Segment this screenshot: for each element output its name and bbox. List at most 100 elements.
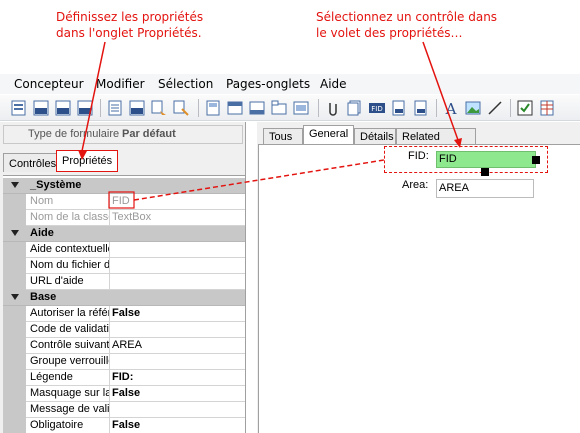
flag-icon[interactable] [390, 99, 408, 117]
divider [109, 322, 110, 338]
property-row-message[interactable]: Message de vali [3, 402, 245, 418]
property-name: URL d'aide [30, 275, 84, 287]
property-grid: _Système Nom FID Nom de la classe TextBo… [3, 175, 245, 433]
list-icon[interactable] [106, 99, 124, 117]
category-systeme[interactable]: _Système [3, 178, 245, 194]
property-name: Aide contextuelle [30, 243, 109, 255]
divider [109, 402, 110, 418]
resize-handle[interactable] [532, 156, 540, 164]
attachment-icon[interactable] [324, 99, 342, 117]
property-name: Autoriser la référ [30, 307, 109, 319]
report-icon[interactable] [412, 99, 430, 117]
property-name: Code de validati [30, 323, 109, 335]
property-row-code-validation[interactable]: Code de validati [3, 322, 245, 338]
row-gutter [3, 194, 26, 210]
row-gutter [3, 354, 26, 370]
sort-icon[interactable] [150, 99, 168, 117]
property-value: False [112, 387, 141, 399]
property-row-obligatoire[interactable]: Obligatoire False [3, 418, 245, 433]
callout-line: Sélectionnez un contrôle dans [316, 10, 498, 24]
property-name: Nom [30, 195, 54, 207]
tab-controles[interactable]: Contrôles [3, 153, 57, 172]
property-name: Nom de la classe [30, 211, 109, 223]
divider [109, 354, 110, 370]
footer-icon[interactable] [248, 99, 266, 117]
property-row-autoriser[interactable]: Autoriser la référ False [3, 306, 245, 322]
pages-icon[interactable] [346, 99, 364, 117]
menu-selection[interactable]: Sélection [158, 77, 213, 91]
collapse-icon[interactable] [11, 230, 19, 236]
collapse-icon[interactable] [11, 294, 19, 300]
grid-icon[interactable] [538, 99, 556, 117]
resize-handle[interactable] [481, 168, 489, 176]
line-icon[interactable] [486, 99, 504, 117]
property-value: False [112, 307, 141, 319]
label-icon[interactable]: A [442, 99, 460, 117]
callout-properties-tab: Définissez les propriétés dans l'onglet … [56, 9, 256, 41]
property-row-legende[interactable]: Légende FID: [3, 370, 245, 386]
header-icon[interactable] [226, 99, 244, 117]
tab-general[interactable]: General [303, 125, 354, 144]
divider [109, 418, 110, 433]
fid-field-icon[interactable]: FID [368, 99, 386, 117]
row-gutter [3, 242, 26, 258]
fid-textbox[interactable]: FID [436, 151, 536, 168]
property-value: AREA [112, 339, 142, 351]
property-value: False [112, 419, 141, 431]
divider [109, 386, 110, 402]
category-aide[interactable]: Aide [3, 226, 245, 242]
tab-tous[interactable]: Tous [263, 128, 303, 144]
filter-icon[interactable] [172, 99, 190, 117]
property-row-nom[interactable]: Nom FID [3, 194, 245, 210]
row-gutter [3, 258, 26, 274]
menu-modifier[interactable]: Modifier [96, 77, 145, 91]
area-textbox[interactable]: AREA [436, 179, 534, 198]
sql-query-icon[interactable] [76, 99, 94, 117]
layout-icon[interactable] [204, 99, 222, 117]
form-icon[interactable] [10, 99, 28, 117]
sql-icon[interactable] [32, 99, 50, 117]
property-row-nom-fichier[interactable]: Nom du fichier d [3, 258, 245, 274]
callout-select-control: Sélectionnez un contrôle dans le volet d… [316, 9, 556, 41]
toolbar-separator [100, 99, 101, 117]
tab-pages-icon[interactable] [270, 99, 288, 117]
row-gutter [3, 386, 26, 402]
svg-text:FID: FID [371, 105, 382, 113]
row-gutter [3, 338, 26, 354]
category-label: _Système [30, 179, 82, 191]
tab-details[interactable]: Détails [354, 128, 396, 144]
menu-pages-onglets[interactable]: Pages-onglets [226, 77, 310, 91]
property-row-url-aide[interactable]: URL d'aide [3, 274, 245, 290]
category-label: Aide [30, 227, 54, 239]
sql-add-icon[interactable] [128, 99, 146, 117]
divider [109, 242, 110, 258]
callout-line: dans l'onglet Propriétés. [56, 26, 202, 40]
property-row-groupe[interactable]: Groupe verrouille [3, 354, 245, 370]
property-row-controle-suivant[interactable]: Contrôle suivant AREA [3, 338, 245, 354]
frame-icon[interactable] [292, 99, 310, 117]
callout-line: Définissez les propriétés [56, 10, 204, 24]
menu-aide[interactable]: Aide [320, 77, 347, 91]
tab-proprietes[interactable]: Propriétés [56, 150, 118, 172]
property-row-masquage[interactable]: Masquage sur la False [3, 386, 245, 402]
toolbar-separator [436, 99, 437, 117]
row-gutter [3, 274, 26, 290]
menu-concepteur[interactable]: Concepteur [14, 77, 84, 91]
property-name: Groupe verrouille [30, 355, 109, 367]
category-base[interactable]: Base [3, 290, 245, 306]
property-name: Contrôle suivant [30, 339, 109, 351]
property-row-aide-contextuelle[interactable]: Aide contextuelle [3, 242, 245, 258]
row-gutter [3, 322, 26, 338]
sql-table-icon[interactable] [54, 99, 72, 117]
image-icon[interactable] [464, 99, 482, 117]
form-type-selector[interactable]: Type de formulaire Par défaut [3, 125, 243, 144]
toolbar-separator [318, 99, 319, 117]
divider [109, 194, 110, 210]
area-label[interactable]: Area: [402, 179, 428, 191]
tab-related-tables[interactable]: Related tables [396, 128, 476, 155]
checkbox-icon[interactable] [516, 99, 534, 117]
collapse-icon[interactable] [11, 182, 19, 188]
form-type-label: Type de formulaire [28, 128, 120, 140]
property-row-nom-classe[interactable]: Nom de la classe TextBox [3, 210, 245, 226]
row-gutter [3, 306, 26, 322]
